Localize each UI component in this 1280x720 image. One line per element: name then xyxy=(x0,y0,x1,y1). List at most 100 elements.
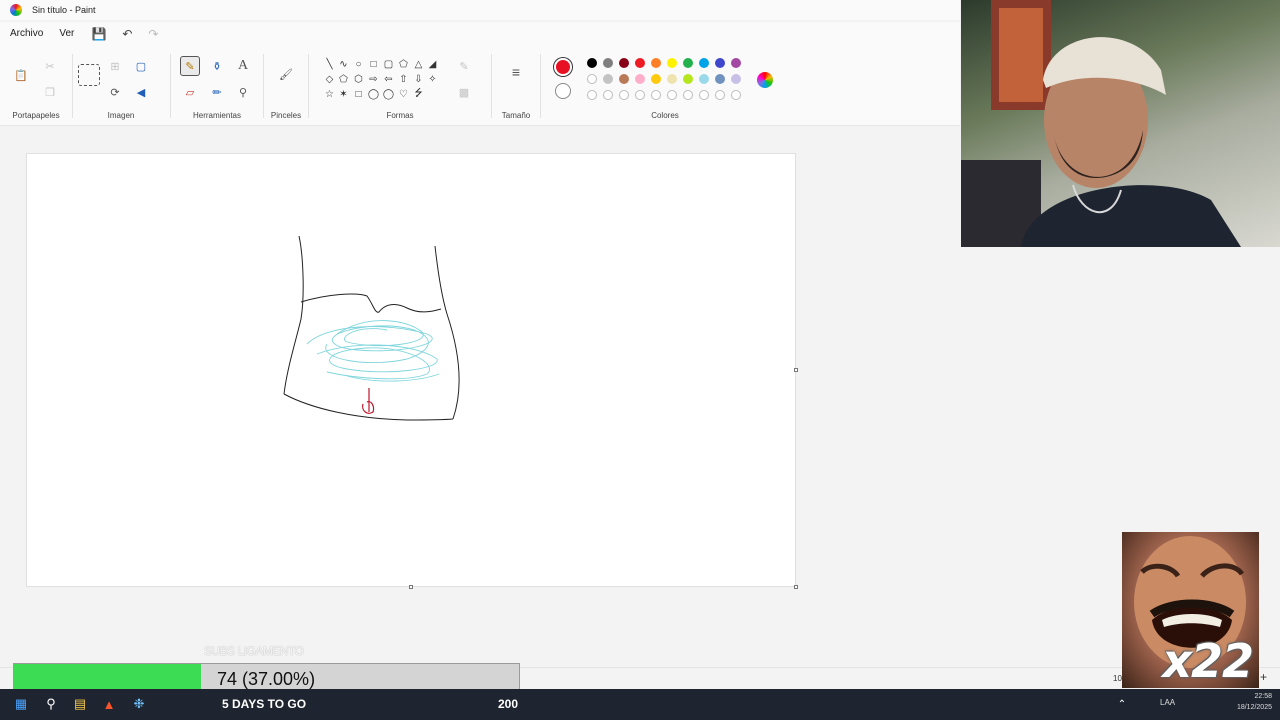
palette-swatch[interactable] xyxy=(619,58,629,68)
menu-archivo[interactable]: Archivo xyxy=(2,22,51,46)
palette-swatch[interactable] xyxy=(603,74,613,84)
crop-icon[interactable]: ⊞ xyxy=(105,56,125,76)
fill-icon[interactable]: ⚱ xyxy=(207,56,227,76)
search-icon[interactable]: ⚲ xyxy=(42,695,60,713)
arrow-left-shape-icon[interactable]: ⇦ xyxy=(382,73,395,86)
palette-swatch[interactable] xyxy=(699,58,709,68)
star5-shape-icon[interactable]: ☆ xyxy=(323,88,336,101)
windows-start-icon[interactable]: ▦ xyxy=(12,695,30,713)
rounded-rectangle-shape-icon[interactable]: ▢ xyxy=(382,58,395,71)
palette-swatch[interactable] xyxy=(651,74,661,84)
flip-icon[interactable]: ◀ xyxy=(131,82,151,102)
palette-swatch[interactable] xyxy=(683,58,693,68)
eraser-icon[interactable]: ▱ xyxy=(180,82,200,102)
custom-color-slot[interactable] xyxy=(683,90,693,100)
outline-icon[interactable]: ✎ xyxy=(454,56,474,76)
palette-swatch[interactable] xyxy=(667,58,677,68)
drawing-canvas[interactable] xyxy=(26,153,796,587)
resize-handle-corner[interactable] xyxy=(794,585,798,589)
clipboard-group: 📋 ✂ ❐ Portapapeles xyxy=(0,46,72,126)
palette-swatch[interactable] xyxy=(587,74,597,84)
redo-icon[interactable]: ↷ xyxy=(142,23,164,45)
primary-color[interactable] xyxy=(554,58,572,76)
menu-ver[interactable]: Ver xyxy=(51,22,82,46)
pencil-icon[interactable]: ✎ xyxy=(180,56,200,76)
palette-swatch[interactable] xyxy=(587,58,597,68)
custom-color-slot[interactable] xyxy=(699,90,709,100)
palette-swatch[interactable] xyxy=(635,74,645,84)
shape-fill-icon[interactable]: ▩ xyxy=(454,82,474,102)
waistband-stroke xyxy=(300,293,442,313)
select-icon[interactable] xyxy=(78,64,100,86)
palette-swatch[interactable] xyxy=(667,74,677,84)
color-wheel-icon[interactable] xyxy=(757,72,773,88)
pentagon-shape-icon[interactable]: ⬠ xyxy=(337,73,350,86)
magnifier-icon[interactable]: ⚲ xyxy=(233,82,253,102)
size-lines-icon[interactable]: ≡ xyxy=(506,62,526,82)
rotate-icon[interactable]: ⟳ xyxy=(105,82,125,102)
red-detail-stroke xyxy=(362,388,375,414)
custom-color-slot[interactable] xyxy=(587,90,597,100)
right-triangle-shape-icon[interactable]: ◢ xyxy=(426,58,439,71)
callout-rect-shape-icon[interactable]: □ xyxy=(352,88,365,101)
days-to-go-label: 5 DAYS TO GO xyxy=(222,697,307,711)
paste-icon[interactable]: 📋 xyxy=(10,64,32,86)
brush-icon[interactable]: 🖌 xyxy=(276,64,296,84)
heart-shape-icon[interactable]: ♡ xyxy=(397,88,410,101)
palette-swatch[interactable] xyxy=(683,74,693,84)
palette-swatch[interactable] xyxy=(715,58,725,68)
zoom-in-icon[interactable]: + xyxy=(1260,670,1267,684)
custom-color-slot[interactable] xyxy=(715,90,725,100)
custom-color-slot[interactable] xyxy=(667,90,677,100)
tray-language[interactable]: LAA xyxy=(1160,698,1175,707)
curve-shape-icon[interactable]: ∿ xyxy=(337,58,350,71)
palette-swatch[interactable] xyxy=(699,74,709,84)
hexagon-shape-icon[interactable]: ⬡ xyxy=(352,73,365,86)
tray-date[interactable]: 18/12/2025 xyxy=(1226,704,1272,711)
tray-time[interactable]: 22:58 xyxy=(1240,693,1272,700)
secondary-color[interactable] xyxy=(555,83,571,99)
triangle-shape-icon[interactable]: △ xyxy=(412,58,425,71)
palette-swatch[interactable] xyxy=(635,58,645,68)
right-outline-stroke xyxy=(434,245,460,420)
palette-swatch[interactable] xyxy=(731,74,741,84)
polygon-shape-icon[interactable]: ⬠ xyxy=(397,58,410,71)
palette-swatch[interactable] xyxy=(715,74,725,84)
custom-color-slot[interactable] xyxy=(619,90,629,100)
cut-icon[interactable]: ✂ xyxy=(40,56,60,76)
line-shape-icon[interactable]: ╲ xyxy=(323,58,336,71)
custom-color-slot[interactable] xyxy=(651,90,661,100)
text-icon[interactable]: A xyxy=(233,56,253,76)
diamond-shape-icon[interactable]: ◇ xyxy=(323,73,336,86)
undo-icon[interactable]: ↶ xyxy=(116,23,138,45)
palette-swatch[interactable] xyxy=(619,74,629,84)
resize-handle-right[interactable] xyxy=(794,368,798,372)
custom-color-slot[interactable] xyxy=(635,90,645,100)
callout-oval-shape-icon[interactable]: ◯ xyxy=(367,88,380,101)
paint-taskbar-icon[interactable]: ❉ xyxy=(130,695,148,713)
save-icon[interactable]: 💾 xyxy=(88,23,110,45)
tray-chevron-icon[interactable]: ⌃ xyxy=(1113,695,1131,713)
arrow-right-shape-icon[interactable]: ⇨ xyxy=(367,73,380,86)
resize-icon[interactable]: ▢ xyxy=(131,56,151,76)
rectangle-shape-icon[interactable]: □ xyxy=(367,58,380,71)
color-picker-icon[interactable]: ✏ xyxy=(207,82,227,102)
palette-swatch[interactable] xyxy=(603,58,613,68)
brave-browser-icon[interactable]: ▲ xyxy=(100,695,118,713)
copy-icon[interactable]: ❐ xyxy=(40,82,60,102)
custom-color-slot[interactable] xyxy=(731,90,741,100)
callout-cloud-shape-icon[interactable]: ◯ xyxy=(382,88,395,101)
oval-shape-icon[interactable]: ○ xyxy=(352,58,365,71)
palette-swatch[interactable] xyxy=(651,58,661,68)
arrow-up-shape-icon[interactable]: ⇧ xyxy=(397,73,410,86)
paint-app-icon xyxy=(10,4,22,16)
resize-handle-bottom[interactable] xyxy=(409,585,413,589)
custom-color-slot[interactable] xyxy=(603,90,613,100)
brushes-group: 🖌 Pinceles xyxy=(264,46,308,126)
lightning-shape-icon[interactable]: ⭍ xyxy=(412,88,425,101)
palette-swatch[interactable] xyxy=(731,58,741,68)
star6-shape-icon[interactable]: ✶ xyxy=(337,88,350,101)
file-explorer-icon[interactable]: ▤ xyxy=(71,695,89,713)
star4-shape-icon[interactable]: ✧ xyxy=(426,73,439,86)
arrow-down-shape-icon[interactable]: ⇩ xyxy=(412,73,425,86)
